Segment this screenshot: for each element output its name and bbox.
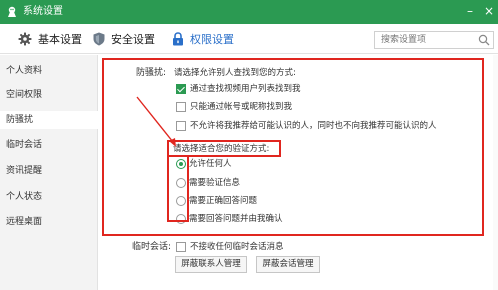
find-option-label: 只能通过帐号或昵称找到我	[190, 102, 293, 112]
vertical-scrollbar[interactable]	[493, 55, 498, 290]
blocked-contacts-button[interactable]: 屏蔽联系人管理	[175, 256, 247, 273]
sidebar-item-anti-harass[interactable]: 防骚扰	[0, 111, 98, 129]
blocked-sessions-button[interactable]: 屏蔽会话管理	[256, 256, 320, 273]
tab-label: 基本设置	[38, 33, 82, 46]
lock-icon	[173, 32, 183, 46]
sidebar: 个人资料 空间权限 防骚扰 临时会话 资讯提醒 个人状态 远程桌面	[0, 55, 98, 290]
search-input[interactable]	[375, 32, 475, 48]
title-bar: 系统设置 – ×	[0, 0, 498, 24]
sidebar-item-remote-desktop[interactable]: 远程桌面	[0, 213, 98, 231]
toolbar: 基本设置 安全设置 权限设置	[0, 24, 498, 54]
settings-content: 防骚扰: 请选择允许别人查找到您的方式: 通过查找视频用户列表找到我 只能通过帐…	[99, 55, 498, 290]
find-option-checkbox-account-only[interactable]	[176, 102, 186, 112]
verify-method-prompt: 请选择适合您的验证方式:	[173, 144, 270, 154]
shield-icon	[93, 32, 105, 46]
minimize-button[interactable]: –	[462, 3, 478, 19]
app-logo-icon	[8, 6, 16, 17]
verify-option-label: 允许任何人	[189, 159, 232, 169]
verify-radio-answer-and-confirm[interactable]	[176, 214, 186, 224]
verify-radio-correct-answer[interactable]	[176, 196, 186, 206]
temp-session-option-label: 不接收任何临时会话消息	[190, 242, 284, 252]
tab-label: 权限设置	[190, 33, 234, 46]
sidebar-item-space-permission[interactable]: 空间权限	[0, 86, 98, 104]
verify-option-label: 需要回答问题并由我确认	[189, 214, 283, 224]
close-button[interactable]: ×	[481, 3, 497, 19]
tab-security-settings[interactable]: 安全设置	[93, 24, 155, 54]
gear-icon	[18, 32, 32, 46]
temp-session-block-checkbox[interactable]	[176, 242, 186, 252]
tab-basic-settings[interactable]: 基本设置	[18, 24, 82, 54]
tab-permission-settings[interactable]: 权限设置	[172, 24, 234, 54]
verify-radio-need-message[interactable]	[176, 178, 186, 188]
sidebar-item-temp-session[interactable]: 临时会话	[0, 136, 98, 154]
verify-radio-anyone[interactable]	[176, 159, 186, 169]
find-option-checkbox-video-list[interactable]	[176, 84, 186, 94]
find-option-checkbox-no-recommend[interactable]	[176, 121, 186, 131]
verify-option-label: 需要正确回答问题	[189, 196, 258, 206]
window-title: 系统设置	[23, 6, 63, 17]
anti-harass-label: 防骚扰:	[136, 68, 167, 78]
verify-option-label: 需要验证信息	[189, 178, 241, 188]
temp-session-label: 临时会话:	[132, 242, 172, 252]
sidebar-item-personal-status[interactable]: 个人状态	[0, 188, 98, 206]
sidebar-item-news-alert[interactable]: 资讯提醒	[0, 162, 98, 180]
find-method-prompt: 请选择允许别人查找到您的方式:	[174, 68, 296, 78]
search-box	[374, 31, 494, 49]
search-icon[interactable]	[478, 34, 490, 46]
tab-label: 安全设置	[111, 33, 155, 46]
find-option-label: 不允许将我推荐给可能认识的人，同时也不向我推荐可能认识的人	[190, 121, 437, 131]
sidebar-item-profile[interactable]: 个人资料	[0, 62, 98, 80]
find-option-label: 通过查找视频用户列表找到我	[190, 84, 301, 94]
